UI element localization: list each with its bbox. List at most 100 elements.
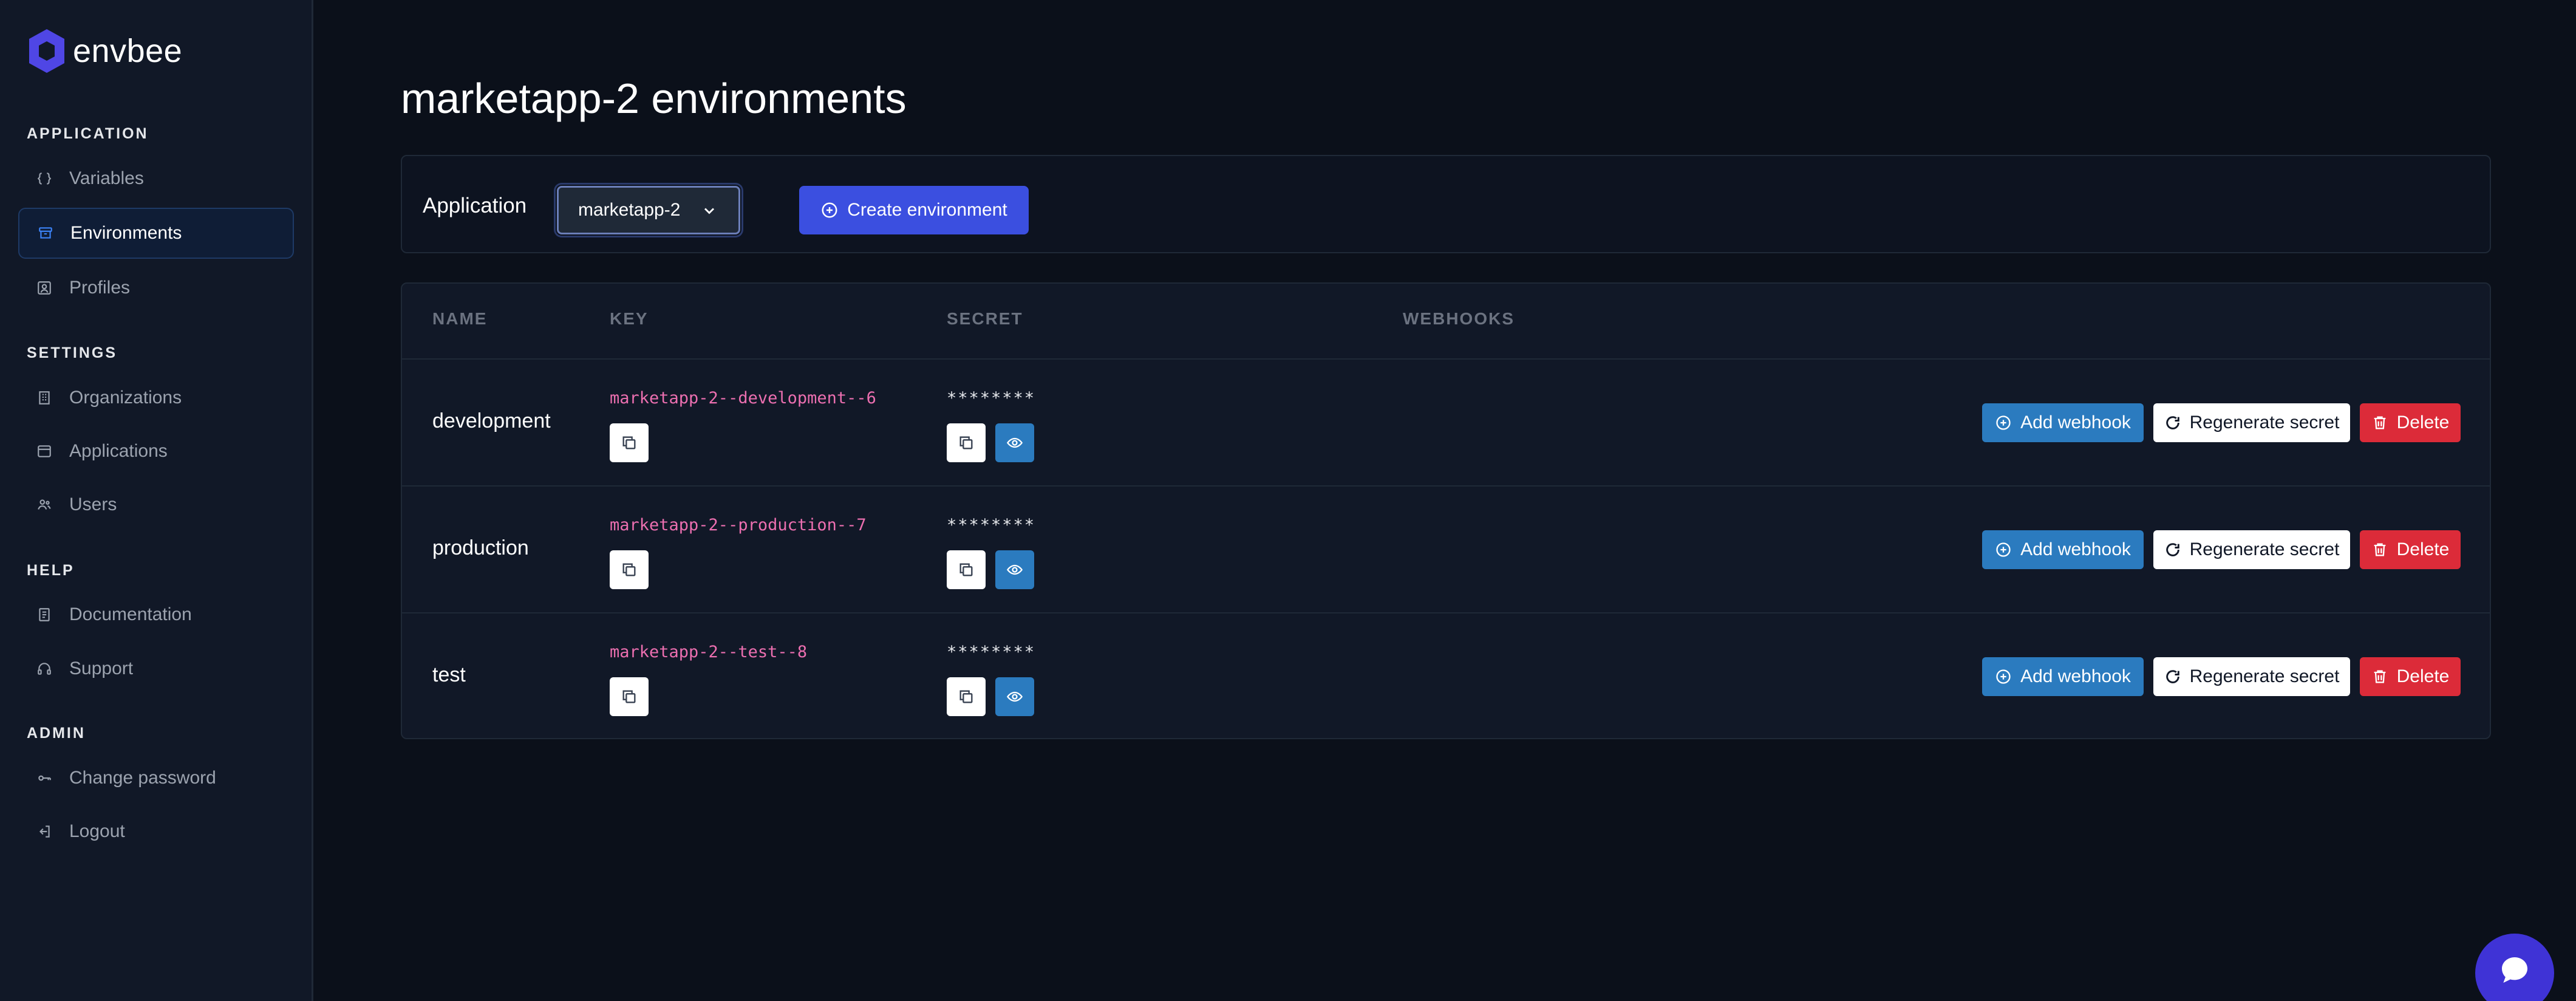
sidebar-item-label: Profiles <box>69 278 131 298</box>
column-header-secret: SECRET <box>947 309 1023 328</box>
copy-icon <box>622 563 636 576</box>
eye-icon <box>1006 691 1023 702</box>
environment-name: production <box>432 536 529 559</box>
users-icon <box>35 496 53 514</box>
delete-button[interactable]: Delete <box>2360 657 2461 696</box>
copy-icon <box>959 436 973 449</box>
add-webhook-button[interactable]: Add webhook <box>1982 530 2144 569</box>
environment-key: marketapp-2--development--6 <box>610 389 876 408</box>
regenerate-secret-button[interactable]: Regenerate secret <box>2153 403 2350 442</box>
trash-icon <box>2374 670 2385 683</box>
refresh-icon <box>2165 543 2179 556</box>
copy-key-button[interactable] <box>610 677 649 716</box>
environment-secret: ******** <box>947 389 1036 408</box>
create-environment-label: Create environment <box>847 200 1007 220</box>
add-webhook-label: Add webhook <box>2020 539 2131 559</box>
sidebar-item-change-password[interactable]: Change password <box>18 753 294 804</box>
braces-icon <box>35 169 53 188</box>
sidebar-item-support[interactable]: Support <box>18 643 294 694</box>
sidebar-item-label: Support <box>69 658 134 678</box>
sidebar-item-applications[interactable]: Applications <box>18 426 294 477</box>
sidebar-item-label: Organizations <box>69 388 182 408</box>
sidebar-item-profiles[interactable]: Profiles <box>18 262 294 313</box>
reveal-secret-button[interactable] <box>995 550 1034 589</box>
environment-key: marketapp-2--test--8 <box>610 643 808 661</box>
delete-button[interactable]: Delete <box>2360 403 2461 442</box>
add-webhook-button[interactable]: Add webhook <box>1982 403 2144 442</box>
regenerate-secret-label: Regenerate secret <box>2189 539 2340 559</box>
sidebar-item-label: Applications <box>69 441 168 461</box>
document-icon <box>35 606 53 624</box>
copy-secret-button[interactable] <box>947 677 986 716</box>
delete-button[interactable]: Delete <box>2360 530 2461 569</box>
sidebar-item-users[interactable]: Users <box>18 479 294 530</box>
regenerate-secret-label: Regenerate secret <box>2189 666 2340 686</box>
eye-icon <box>1006 564 1023 575</box>
copy-key-button[interactable] <box>610 550 649 589</box>
key-icon <box>35 769 53 787</box>
plus-circle-icon <box>822 202 837 218</box>
create-environment-button[interactable]: Create environment <box>799 186 1029 234</box>
delete-label: Delete <box>2396 666 2450 686</box>
sidebar-item-label: Change password <box>69 768 216 788</box>
environments-table: NAME KEY SECRET WEBHOOKS development mar… <box>401 282 2491 739</box>
copy-icon <box>959 563 973 576</box>
plus-circle-icon <box>1996 415 2011 430</box>
add-webhook-label: Add webhook <box>2020 412 2131 432</box>
environment-name: test <box>432 663 466 686</box>
environment-secret: ******** <box>947 516 1036 535</box>
section-label-application: APPLICATION <box>27 125 149 142</box>
sidebar-item-label: Environments <box>70 223 182 243</box>
chat-support-button[interactable] <box>2475 934 2554 1001</box>
column-header-key: KEY <box>610 309 649 328</box>
regenerate-secret-button[interactable]: Regenerate secret <box>2153 530 2350 569</box>
archive-icon <box>36 224 55 242</box>
copy-secret-button[interactable] <box>947 550 986 589</box>
sidebar-item-organizations[interactable]: Organizations <box>18 372 294 423</box>
refresh-icon <box>2165 670 2179 683</box>
application-filter-panel: Application marketapp-2 Create environme… <box>401 155 2491 253</box>
table-row: test marketapp-2--test--8 ******** Add w… <box>402 612 2490 738</box>
section-label-help: HELP <box>27 562 75 579</box>
regenerate-secret-button[interactable]: Regenerate secret <box>2153 657 2350 696</box>
chevron-down-icon <box>704 208 715 214</box>
logout-icon <box>35 822 53 841</box>
page-title: marketapp-2 environments <box>401 75 907 122</box>
copy-icon <box>622 690 636 703</box>
reveal-secret-button[interactable] <box>995 677 1034 716</box>
environment-key: marketapp-2--production--7 <box>610 516 867 535</box>
environment-name: development <box>432 409 551 432</box>
trash-icon <box>2374 543 2385 556</box>
reveal-secret-button[interactable] <box>995 423 1034 462</box>
column-header-webhooks: WEBHOOKS <box>1403 309 1515 328</box>
building-icon <box>35 389 53 407</box>
add-webhook-button[interactable]: Add webhook <box>1982 657 2144 696</box>
add-webhook-label: Add webhook <box>2020 666 2131 686</box>
section-label-settings: SETTINGS <box>27 344 118 361</box>
sidebar-item-documentation[interactable]: Documentation <box>18 589 294 640</box>
headphones-icon <box>35 660 53 678</box>
sidebar-item-label: Users <box>69 494 117 514</box>
sidebar-item-label: Logout <box>69 821 125 841</box>
application-select-value: marketapp-2 <box>578 200 681 220</box>
sidebar-item-logout[interactable]: Logout <box>18 806 294 857</box>
refresh-icon <box>2165 416 2179 429</box>
brand-logo[interactable]: envbee <box>27 27 182 75</box>
delete-label: Delete <box>2396 412 2450 432</box>
copy-secret-button[interactable] <box>947 423 986 462</box>
copy-icon <box>959 690 973 703</box>
eye-icon <box>1006 437 1023 448</box>
sidebar-item-environments[interactable]: Environments <box>18 208 294 259</box>
sidebar-item-variables[interactable]: Variables <box>18 153 294 204</box>
section-label-admin: ADMIN <box>27 725 86 742</box>
brand-name: envbee <box>73 33 183 69</box>
copy-key-button[interactable] <box>610 423 649 462</box>
trash-icon <box>2374 416 2385 429</box>
application-select[interactable]: marketapp-2 <box>557 186 740 234</box>
sidebar: envbee APPLICATION Variables Environment… <box>0 0 313 1001</box>
column-header-name: NAME <box>432 309 488 328</box>
sidebar-item-label: Variables <box>69 168 144 188</box>
chat-icon <box>2502 957 2527 983</box>
application-label: Application <box>423 194 527 217</box>
user-square-icon <box>35 279 53 297</box>
